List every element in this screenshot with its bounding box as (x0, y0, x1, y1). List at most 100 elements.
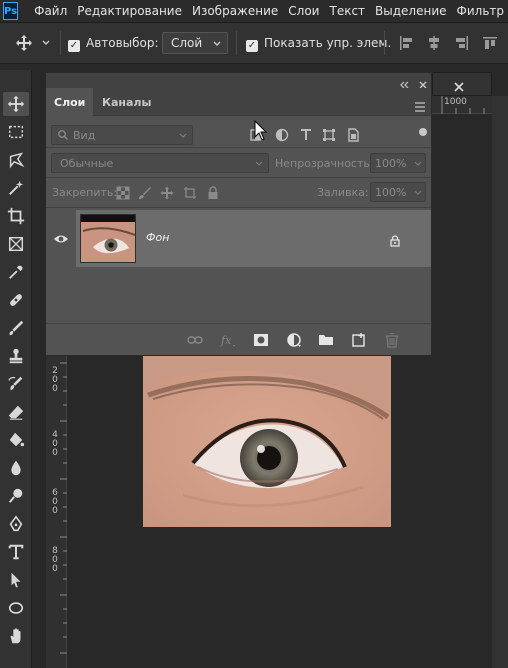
layer-filter-placeholder: Вид (73, 128, 96, 142)
magic-wand-tool-icon[interactable] (3, 176, 29, 200)
lock-artboard-icon[interactable] (183, 185, 197, 199)
mouse-cursor-icon (254, 119, 268, 142)
path-selection-tool-icon[interactable] (3, 568, 29, 592)
healing-brush-tool-icon[interactable] (3, 288, 29, 312)
divider (384, 31, 385, 55)
tools-panel (0, 64, 32, 668)
opacity-input[interactable]: 100% (370, 153, 426, 173)
document-canvas-right[interactable] (432, 114, 492, 668)
blend-mode-select[interactable]: Обычные (51, 153, 269, 173)
blur-tool-icon[interactable] (3, 456, 29, 480)
lock-image-pixels-icon[interactable] (138, 185, 152, 199)
lock-position-icon[interactable] (160, 185, 174, 200)
layer-filter-select[interactable]: Вид (51, 125, 193, 145)
move-tool-icon[interactable] (3, 92, 29, 116)
align-left-icon[interactable] (398, 35, 414, 51)
hand-tool-icon[interactable] (3, 624, 29, 648)
canvas-image-eye[interactable] (143, 355, 391, 527)
autoselect-value: Слой (171, 36, 203, 50)
filter-toggle-switch[interactable] (419, 128, 427, 136)
eyedropper-tool-icon[interactable] (3, 260, 29, 284)
autoselect-dropdown[interactable]: Слой (162, 32, 228, 54)
document-tab-bar (432, 72, 492, 96)
new-group-icon[interactable] (318, 332, 334, 348)
toolbar-grip[interactable] (0, 64, 32, 70)
vertical-ruler: 200 400 600 800 (46, 355, 67, 668)
crop-tool-icon[interactable] (3, 204, 29, 228)
ruler-label: 800 (52, 546, 58, 574)
panel-menu-icon[interactable] (414, 97, 426, 112)
show-transform-controls-checkbox[interactable]: ✓ (246, 37, 258, 52)
brush-tool-icon[interactable] (3, 316, 29, 340)
chevron-down-icon (213, 41, 221, 46)
align-horizontal-center-icon[interactable] (426, 35, 442, 51)
menu-filter[interactable]: Фильтр (457, 4, 504, 18)
lock-all-icon[interactable] (206, 185, 220, 199)
layers-panel-footer: fx (46, 323, 431, 355)
opacity-value: 100% (375, 156, 407, 170)
tab-layers[interactable]: Слои (46, 88, 94, 116)
layer-thumbnail (80, 214, 136, 263)
add-layer-mask-icon[interactable] (253, 332, 269, 348)
align-right-icon[interactable] (454, 35, 470, 51)
ellipse-tool-icon[interactable] (3, 596, 29, 620)
lock-transparent-pixels-icon[interactable] (116, 185, 130, 200)
dodge-tool-icon[interactable] (3, 484, 29, 508)
close-document-icon[interactable] (453, 78, 465, 92)
align-top-icon[interactable] (482, 35, 498, 51)
menu-type[interactable]: Текст (329, 4, 365, 18)
marquee-tool-icon[interactable] (3, 120, 29, 144)
new-adjustment-layer-icon[interactable] (286, 332, 302, 348)
autoselect-checkbox[interactable]: ✓ (68, 37, 80, 52)
ruler-ticks (60, 362, 67, 654)
delete-layer-icon[interactable] (384, 332, 400, 348)
menu-layers[interactable]: Слои (288, 4, 319, 18)
ruler-label: 1000 (444, 97, 467, 107)
layer-name[interactable]: Фон (146, 231, 169, 244)
chevron-down-icon (179, 133, 187, 138)
eraser-tool-icon[interactable] (3, 400, 29, 424)
link-layers-icon[interactable] (187, 332, 203, 348)
ruler-label: 200 (52, 366, 58, 394)
menu-edit[interactable]: Редактирование (77, 4, 182, 18)
shape-layer-filter-icon[interactable] (322, 127, 336, 141)
layer-lock-icon[interactable] (389, 232, 401, 247)
add-layer-style-icon[interactable]: fx (220, 332, 236, 348)
new-layer-icon[interactable] (351, 332, 367, 348)
clone-stamp-tool-icon[interactable] (3, 344, 29, 368)
divider (46, 147, 431, 148)
type-tool-icon[interactable] (3, 540, 29, 564)
fill-input[interactable]: 100% (370, 182, 426, 202)
menu-file[interactable]: Файл (34, 4, 67, 18)
pen-tool-icon[interactable] (3, 512, 29, 536)
smart-object-filter-icon[interactable] (346, 127, 360, 142)
opacity-label: Непрозрачность: (275, 157, 374, 170)
chevron-down-icon (414, 190, 422, 195)
divider (236, 31, 237, 55)
paint-bucket-tool-icon[interactable] (3, 428, 29, 452)
lasso-tool-icon[interactable] (3, 148, 29, 172)
photoshop-window: Ps Файл Редактирование Изображение Слои … (0, 0, 508, 668)
close-panel-icon[interactable] (418, 75, 428, 89)
adjustment-layer-filter-icon[interactable] (275, 127, 289, 142)
eye-icon (54, 235, 68, 243)
menu-select[interactable]: Выделение (375, 4, 446, 18)
fill-value: 100% (375, 185, 407, 199)
menu-image[interactable]: Изображение (192, 4, 278, 18)
layer-visibility-toggle[interactable] (46, 210, 76, 267)
blend-mode-value: Обычные (60, 156, 114, 170)
chevron-down-icon[interactable] (40, 37, 52, 49)
eye-photo (143, 355, 391, 527)
frame-tool-icon[interactable] (3, 232, 29, 256)
options-bar: ✓ Автовыбор: Слой ✓ Показать упр. элем. (0, 22, 508, 64)
move-tool-preset-icon[interactable] (14, 33, 34, 53)
svg-text:fx: fx (220, 334, 232, 347)
type-layer-filter-icon[interactable] (299, 127, 313, 141)
history-brush-tool-icon[interactable] (3, 372, 29, 396)
search-icon (58, 130, 68, 140)
layer-row-background[interactable]: Фон (76, 210, 431, 267)
collapse-panel-icon[interactable] (398, 75, 410, 89)
lock-label: Закрепить: (52, 186, 118, 199)
panel-header-bar[interactable] (46, 73, 431, 89)
tab-channels[interactable]: Каналы (94, 88, 159, 116)
